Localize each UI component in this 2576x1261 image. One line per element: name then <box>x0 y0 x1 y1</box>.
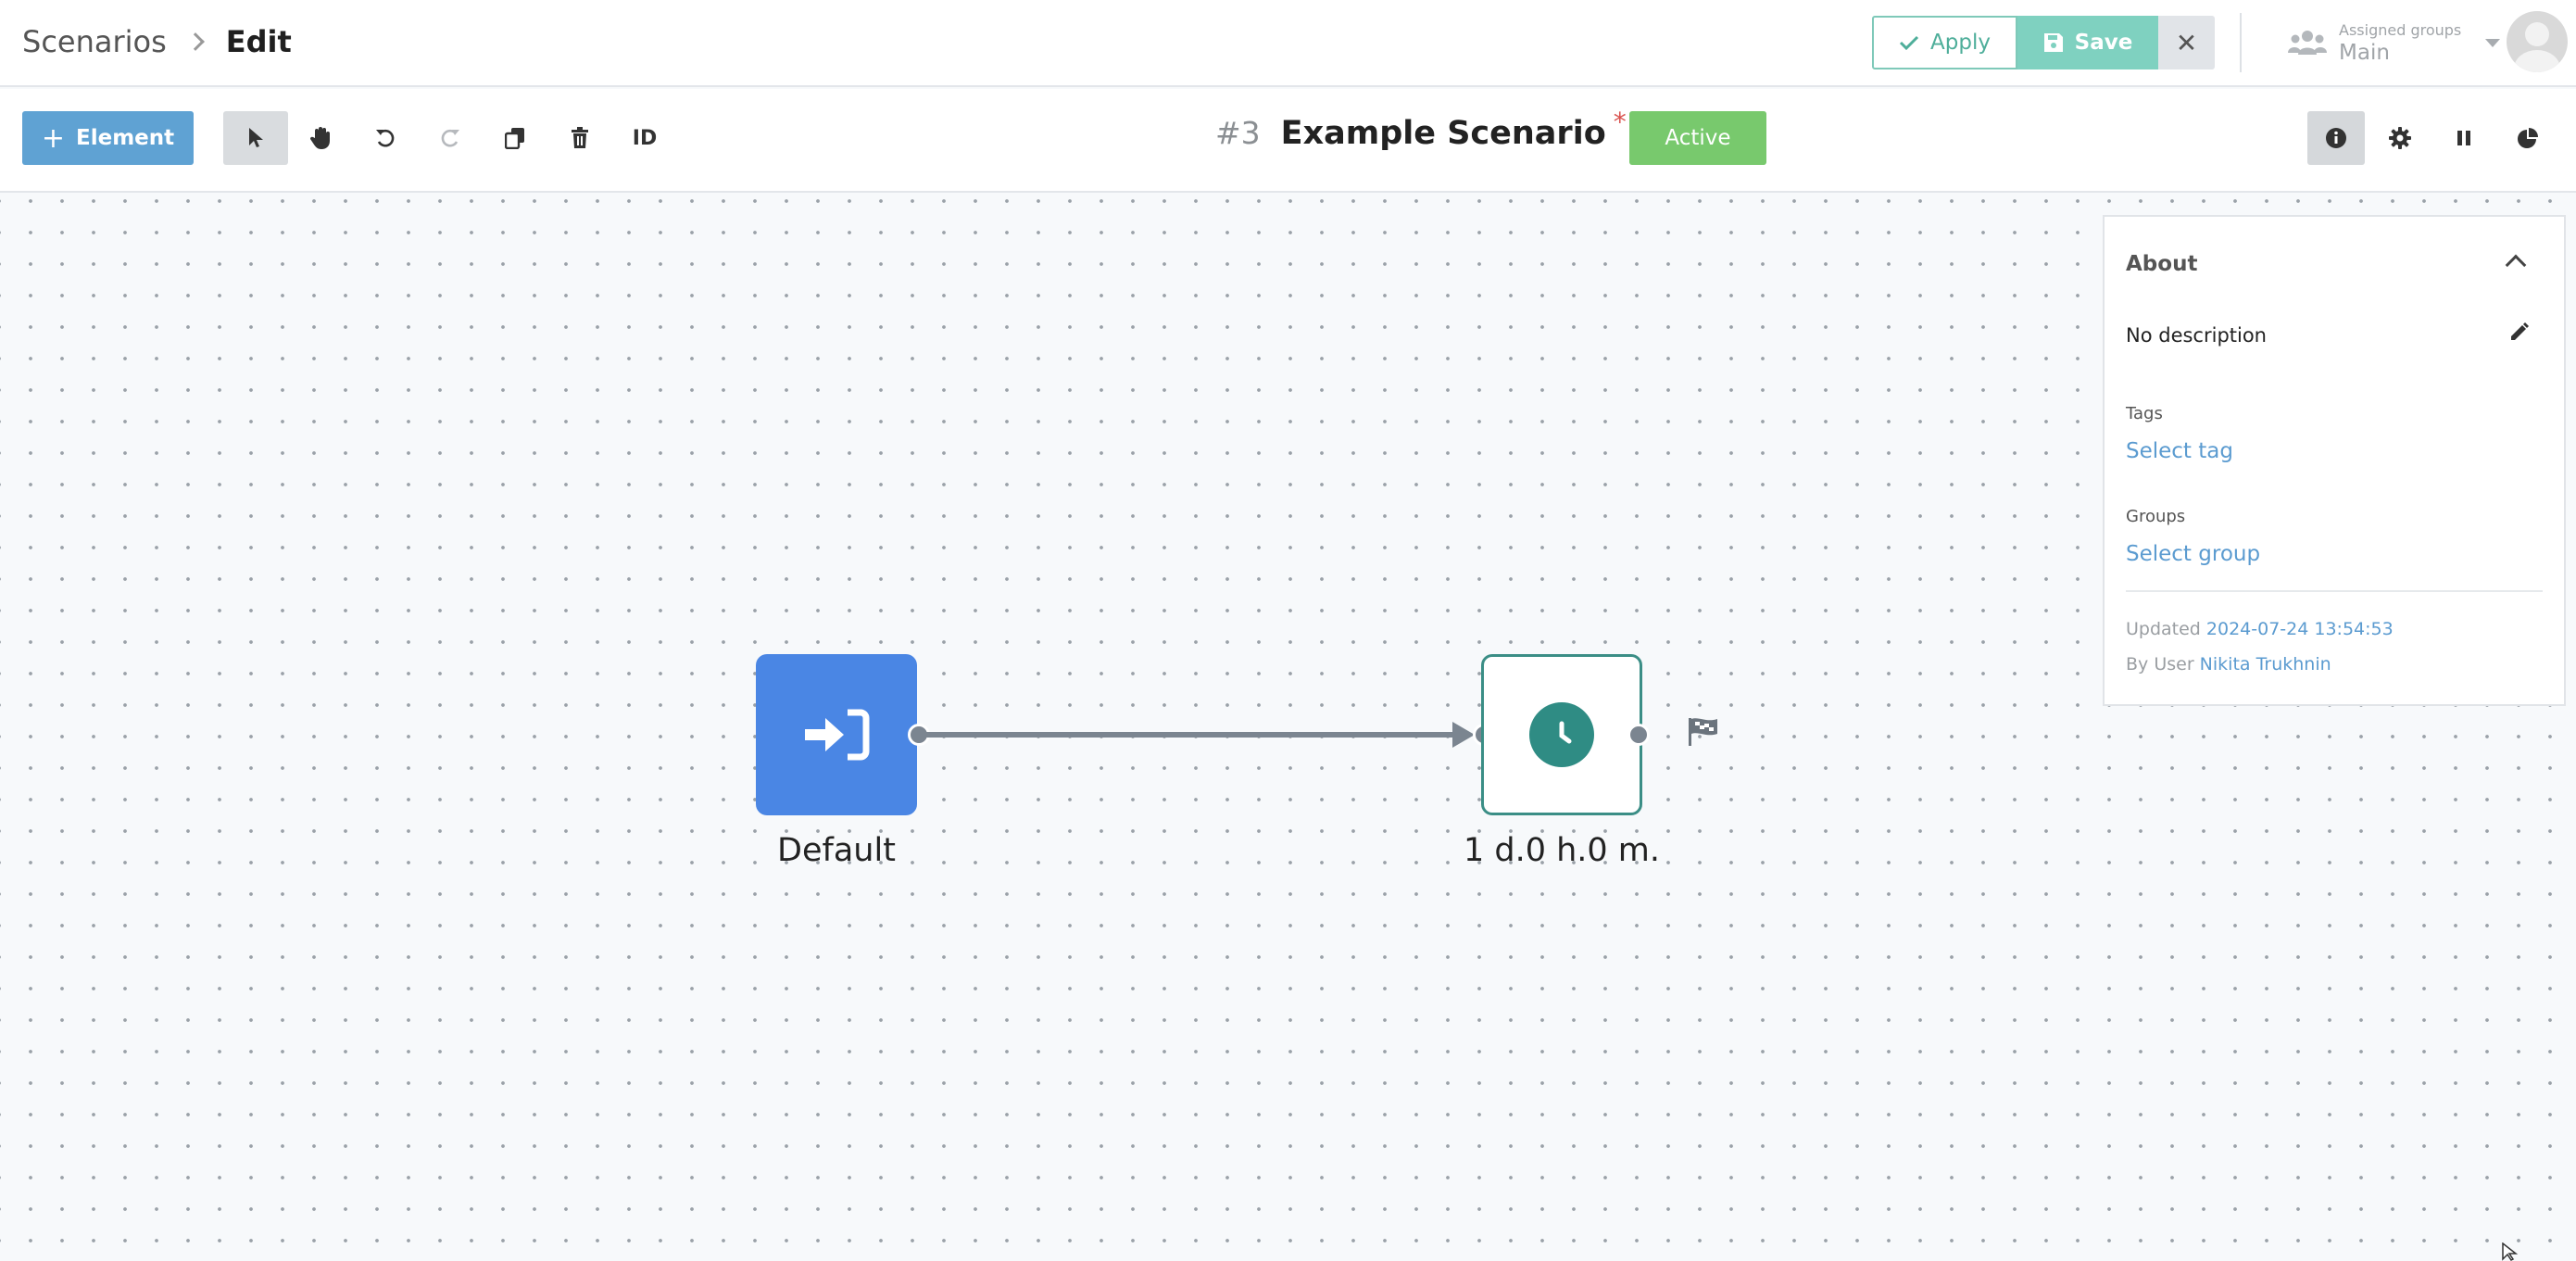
updated-label: Updated <box>2126 619 2201 639</box>
add-element-button[interactable]: + Element <box>22 111 194 165</box>
updated-value: 2024-07-24 13:54:53 <box>2205 619 2394 639</box>
undo-icon <box>376 129 395 147</box>
add-element-label: Element <box>76 126 175 150</box>
close-button[interactable]: ✕ <box>2158 16 2215 69</box>
start-node[interactable] <box>756 654 917 815</box>
users-icon <box>2288 31 2327 55</box>
by-user-meta: By User Nikita Trukhnin <box>2126 654 2331 675</box>
select-tool-button[interactable] <box>223 111 288 165</box>
about-panel: About No description Tags Select tag Gro… <box>2103 215 2566 706</box>
header-action-buttons: Apply Save ✕ <box>1872 16 2215 69</box>
pan-tool-button[interactable] <box>288 111 353 165</box>
unsaved-changes-marker: * <box>1613 107 1627 137</box>
edit-tools: ID <box>223 111 677 165</box>
assigned-groups-value: Main <box>2339 40 2390 65</box>
select-group-link[interactable]: Select group <box>2126 542 2260 566</box>
breadcrumb-current: Edit <box>225 24 292 59</box>
undo-button[interactable] <box>353 111 418 165</box>
copy-icon <box>505 128 524 149</box>
chevron-up-icon[interactable] <box>2505 254 2527 276</box>
copy-button[interactable] <box>483 111 547 165</box>
id-tool-label: ID <box>632 126 658 150</box>
redo-button[interactable] <box>418 111 483 165</box>
save-button[interactable]: Save <box>2017 16 2158 69</box>
assigned-groups-dropdown[interactable]: Assigned groups Main <box>2287 13 2501 72</box>
breadcrumb-scenarios-link[interactable]: Scenarios <box>22 24 167 59</box>
delete-button[interactable] <box>547 111 612 165</box>
gear-icon <box>2389 127 2411 149</box>
status-toggle-button[interactable]: Active <box>1629 111 1766 165</box>
header-divider <box>2240 13 2242 72</box>
editor-toolbar: + Element ID #3 Example Scenario * Activ… <box>0 89 2576 193</box>
by-user-link[interactable]: Nikita Trukhnin <box>2200 654 2331 675</box>
floppy-disk-icon <box>2043 33 2063 52</box>
pause-icon <box>2457 131 2470 145</box>
tags-label: Tags <box>2126 404 2163 423</box>
check-icon <box>1899 35 1919 51</box>
by-user-label: By User <box>2126 654 2194 675</box>
pencil-icon[interactable] <box>2508 321 2531 343</box>
panel-tools <box>2307 111 2563 165</box>
timer-node-output-port[interactable] <box>1627 724 1650 746</box>
arrow-head-icon <box>1452 722 1475 748</box>
statistics-button[interactable] <box>2499 111 2557 165</box>
description-text: No description <box>2126 324 2267 347</box>
timer-node[interactable] <box>1481 654 1642 815</box>
pie-chart-icon <box>2518 128 2538 148</box>
hand-icon <box>309 127 330 149</box>
caret-down-icon <box>2485 38 2501 47</box>
mouse-cursor-icon <box>2502 1242 2519 1261</box>
info-icon <box>2326 128 2346 148</box>
about-panel-title: About <box>2126 252 2198 276</box>
assigned-groups-text: Assigned groups Main <box>2339 21 2461 65</box>
start-node-label: Default <box>777 832 896 869</box>
scenario-number: #3 <box>1215 115 1261 151</box>
info-panel-button[interactable] <box>2307 111 2365 165</box>
user-avatar[interactable] <box>2507 11 2568 72</box>
apply-button[interactable]: Apply <box>1872 16 2017 69</box>
timer-node-label: 1 d.0 h.0 m. <box>1463 832 1661 869</box>
connection-edge[interactable] <box>924 732 1462 738</box>
scenario-name[interactable]: Example Scenario <box>1281 115 1606 152</box>
chevron-right-icon <box>185 32 205 51</box>
avatar-body <box>2514 50 2560 72</box>
sign-in-icon <box>805 709 870 761</box>
redo-icon <box>441 129 459 147</box>
top-header: Scenarios Edit Apply Save ✕ Assigned gro… <box>0 0 2576 87</box>
clock-icon <box>1529 702 1594 767</box>
updated-meta: Updated 2024-07-24 13:54:53 <box>2126 619 2394 639</box>
about-divider <box>2126 590 2543 592</box>
show-ids-button[interactable]: ID <box>612 111 677 165</box>
trash-icon <box>572 127 588 148</box>
mouse-pointer-icon <box>249 128 263 147</box>
pause-button[interactable] <box>2435 111 2493 165</box>
finish-flag-icon <box>1689 718 1717 746</box>
groups-label: Groups <box>2126 507 2186 526</box>
avatar-head <box>2525 22 2549 46</box>
close-icon: ✕ <box>2175 27 2198 58</box>
breadcrumb: Scenarios Edit <box>22 24 292 59</box>
save-button-label: Save <box>2074 31 2133 55</box>
apply-button-label: Apply <box>1930 31 1991 55</box>
plus-icon: + <box>41 121 65 155</box>
scenario-title: #3 Example Scenario * <box>1215 107 1627 152</box>
assigned-groups-label: Assigned groups <box>2339 20 2462 39</box>
select-tag-link[interactable]: Select tag <box>2126 439 2233 463</box>
settings-button[interactable] <box>2371 111 2429 165</box>
